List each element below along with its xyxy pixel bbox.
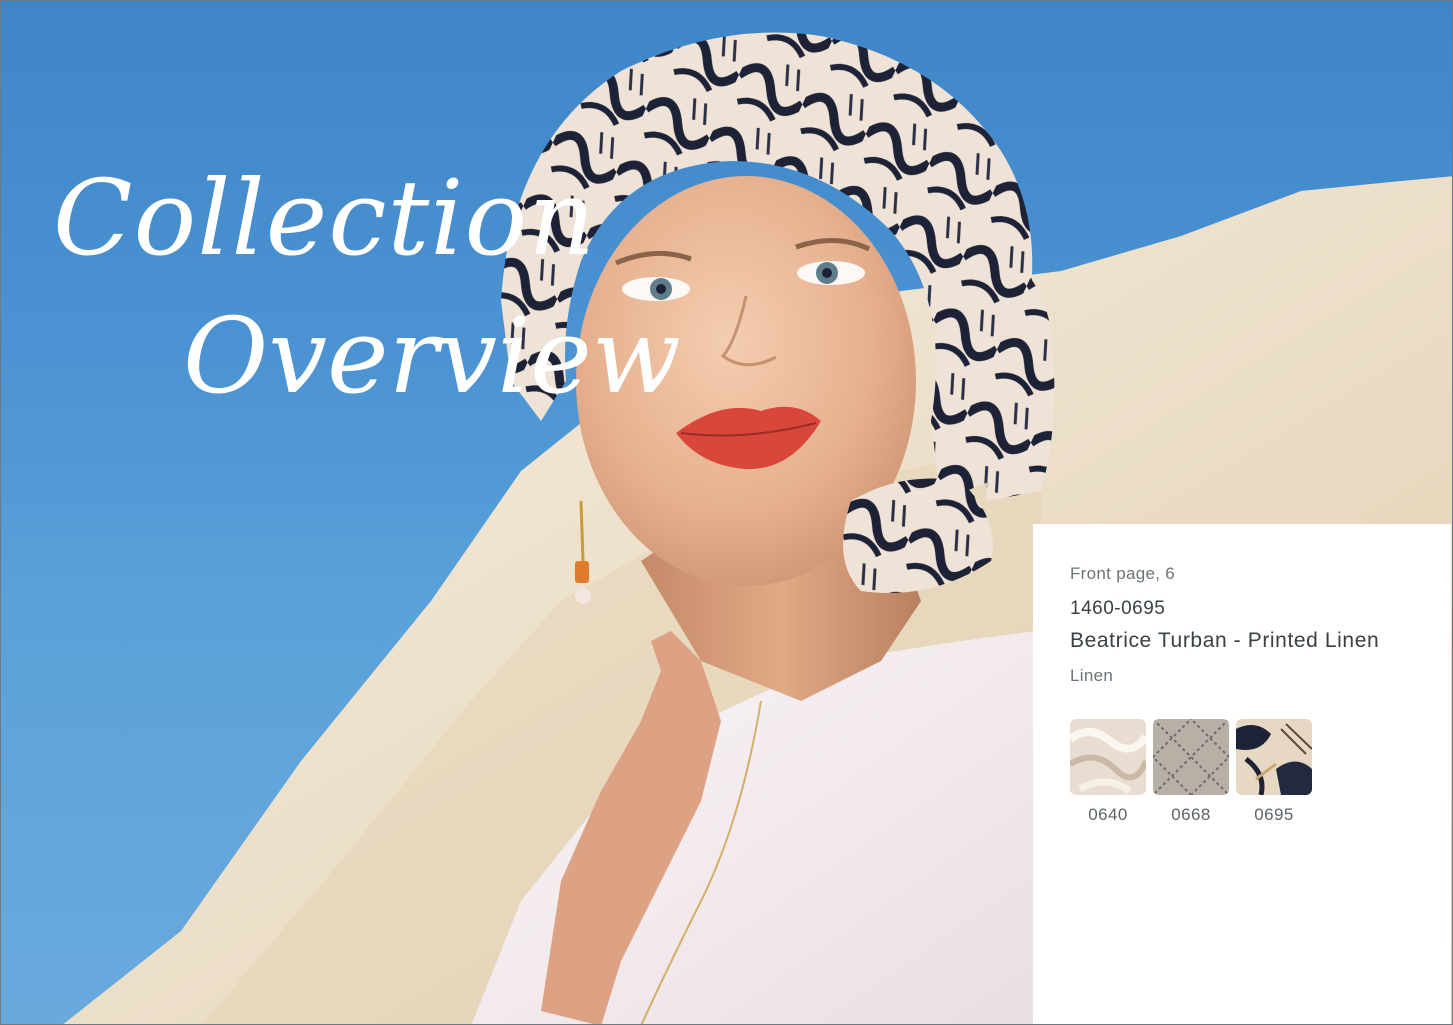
swatch-0640[interactable]: 0640: [1070, 719, 1146, 825]
swatch-0695[interactable]: 0695: [1236, 719, 1312, 825]
collection-overview-title: Collection Overview: [53, 166, 681, 408]
title-line-collection: Collection: [53, 157, 597, 279]
page-reference: Front page, 6: [1070, 564, 1176, 583]
swatch-0668-image: [1153, 719, 1229, 795]
swatch-0640-label: 0640: [1088, 805, 1128, 824]
swatch-0640-image: [1070, 719, 1146, 795]
product-name: Beatrice Turban - Printed Linen: [1070, 629, 1380, 652]
color-swatches: 0640 0668 0695: [1070, 719, 1312, 825]
product-code: 1460-0695: [1070, 598, 1166, 619]
swatch-0668[interactable]: 0668: [1153, 719, 1229, 825]
swatch-0668-label: 0668: [1171, 805, 1211, 824]
product-info-panel: Front page, 6 1460-0695 Beatrice Turban …: [1033, 524, 1451, 1024]
swatch-0695-image: [1236, 719, 1312, 795]
title-line-overview: Overview: [183, 295, 681, 417]
swatch-0695-label: 0695: [1254, 805, 1294, 824]
collection-overview-page: Collection Overview Front page, 6 1460-0…: [0, 0, 1453, 1025]
product-material: Linen: [1070, 666, 1114, 685]
